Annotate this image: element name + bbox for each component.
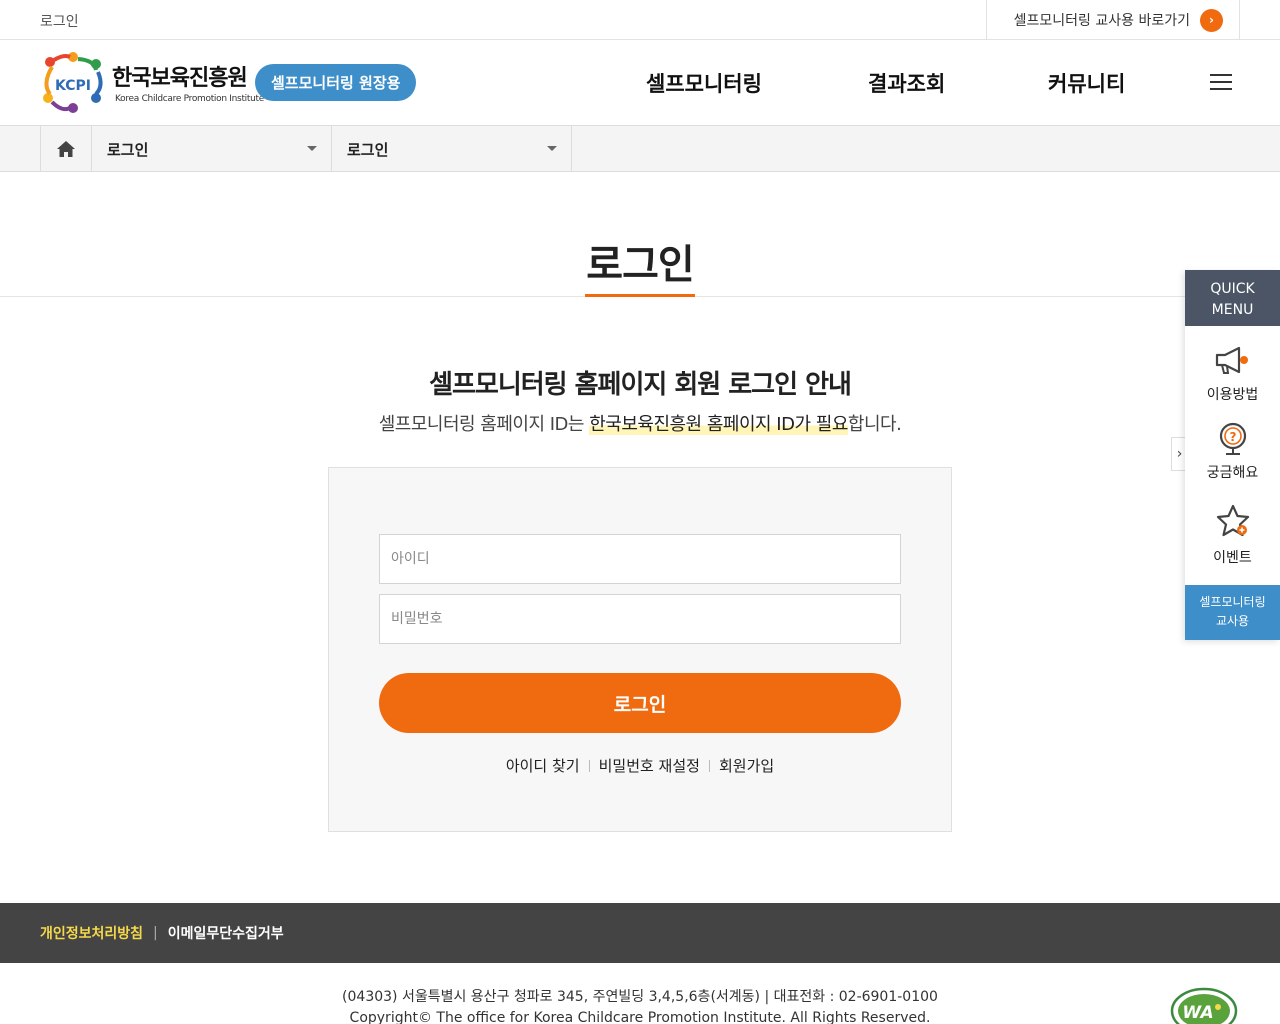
link-divider (588, 759, 590, 772)
nav-results[interactable]: 결과조회 (868, 68, 945, 98)
footer-copyright: Copyright© The office for Korea Childcar… (349, 1010, 931, 1024)
star-icon (1216, 504, 1249, 537)
location-depth2-label: 로그인 (347, 140, 389, 159)
login-button[interactable]: 로그인 (379, 673, 901, 733)
quick-item-how-to-use[interactable]: 이용방법 (1185, 344, 1280, 404)
quick-menu-header-line1: QUICK (1210, 281, 1255, 297)
quick-teacher-line2: 교사용 (1215, 614, 1250, 628)
login-form: 로그인 아이디 찾기 비밀번호 재설정 회원가입 (328, 467, 952, 832)
hamburger-menu-icon[interactable] (1210, 74, 1232, 92)
quick-teacher-link[interactable]: 셀프모니터링 교사용 (1185, 585, 1280, 640)
password-input[interactable] (379, 594, 901, 644)
login-description-text: 셀프모니터링 홈페이지 ID는 (378, 414, 590, 435)
svg-text:?: ? (1229, 430, 1236, 444)
footer-address: (04303) 서울특별시 용산구 청파로 345, 주연빌딩 3,4,5,6층… (342, 989, 938, 1005)
quick-item-faq[interactable]: ? 궁금해요 (1185, 420, 1280, 482)
find-id-link[interactable]: 아이디 찾기 (506, 755, 580, 776)
megaphone-icon (1215, 346, 1248, 374)
top-utility-bar: 로그인 셀프모니터링 교사용 바로가기 › (0, 0, 1280, 40)
quick-item-event[interactable]: 이벤트 (1185, 503, 1280, 567)
login-heading: 셀프모니터링 홈페이지 회원 로그인 안내 (429, 370, 852, 400)
location-depth1-select[interactable]: 로그인 (92, 126, 332, 172)
footer-link-divider: | (153, 925, 158, 941)
footer-info: (04303) 서울특별시 용산구 청파로 345, 주연빌딩 3,4,5,6층… (0, 987, 1280, 1024)
quick-item-label: 궁금해요 (1206, 465, 1259, 481)
signup-link[interactable]: 회원가입 (719, 755, 774, 776)
quick-menu: QUICK MENU 이용방법 ? 궁금해요 이벤트 셀프모니터링 교사용 (1185, 270, 1280, 640)
reset-password-link[interactable]: 비밀번호 재설정 (599, 755, 700, 776)
nav-community[interactable]: 커뮤니티 (1048, 68, 1125, 98)
logo-korean-name: 한국보육진흥원 (112, 66, 248, 91)
site-logo[interactable]: KCPI 한국보육진흥원 Korea Childcare Promotion I… (38, 50, 264, 116)
teacher-site-link[interactable]: 셀프모니터링 교사용 바로가기 › (986, 0, 1240, 40)
login-description: 셀프모니터링 홈페이지 ID는 한국보육진흥원 홈페이지 ID가 필요합니다. (0, 410, 1280, 436)
privacy-policy-link[interactable]: 개인정보처리방침 (40, 923, 143, 943)
site-header: KCPI 한국보육진흥원 Korea Childcare Promotion I… (0, 40, 1280, 126)
footer-links-bar: 개인정보처리방침 | 이메일무단수집거부 (0, 903, 1280, 963)
svg-text:WA: WA (1182, 1003, 1213, 1023)
login-description-end: 합니다. (847, 414, 902, 435)
title-underline (585, 294, 695, 297)
location-depth2-select[interactable]: 로그인 (332, 126, 572, 172)
nav-self-monitoring[interactable]: 셀프모니터링 (646, 68, 762, 98)
home-icon (57, 141, 75, 157)
quick-teacher-line1: 셀프모니터링 (1199, 595, 1266, 609)
web-accessibility-mark-icon: WA (1170, 987, 1238, 1024)
caret-down-icon (547, 146, 557, 151)
top-login-link[interactable]: 로그인 (40, 11, 79, 31)
quick-item-label: 이벤트 (1213, 550, 1252, 566)
home-button[interactable] (40, 126, 92, 172)
quick-menu-header-line2: MENU (1211, 302, 1254, 318)
quick-menu-header: QUICK MENU (1185, 270, 1280, 326)
page-title: 로그인 (586, 242, 694, 288)
quick-item-label: 이용방법 (1206, 387, 1259, 403)
link-divider (708, 759, 710, 772)
location-bar: 로그인 로그인 (0, 126, 1280, 172)
kcpi-logo-mark-icon: KCPI (43, 52, 103, 113)
id-input[interactable] (379, 534, 901, 584)
teacher-site-link-label: 셀프모니터링 교사용 바로가기 (1013, 13, 1190, 29)
site-badge: 셀프모니터링 원장용 (255, 64, 417, 101)
location-depth1-label: 로그인 (107, 140, 149, 159)
email-refusal-link[interactable]: 이메일무단수집거부 (168, 923, 284, 943)
login-description-highlight: 한국보육진흥원 홈페이지 ID가 필요 (589, 414, 848, 435)
logo-english-name: Korea Childcare Promotion Institute (115, 94, 264, 104)
login-links: 아이디 찾기 비밀번호 재설정 회원가입 (329, 755, 951, 776)
caret-down-icon (307, 146, 317, 151)
arrow-right-circle-icon: › (1200, 8, 1223, 32)
question-globe-icon: ? (1219, 422, 1246, 455)
svg-text:KCPI: KCPI (55, 78, 91, 94)
